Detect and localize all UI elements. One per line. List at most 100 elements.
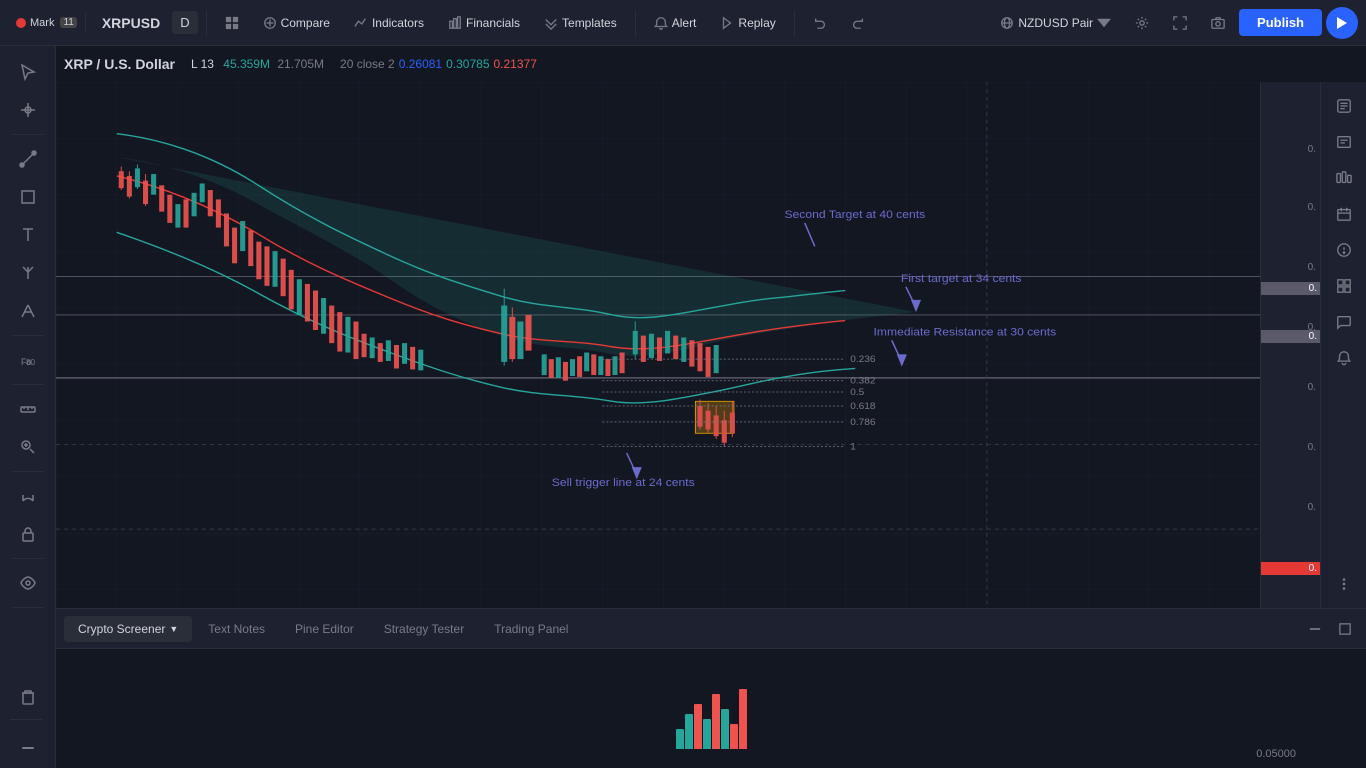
chart-row: Second Target at 40 cents First target a… (56, 82, 1366, 608)
sep1 (206, 10, 207, 36)
tab-pine-editor[interactable]: Pine Editor (281, 616, 368, 642)
news-button[interactable] (1328, 126, 1360, 158)
svg-text:0.382: 0.382 (850, 376, 875, 387)
undo-button[interactable] (803, 11, 837, 35)
fullscreen-button[interactable] (1163, 11, 1197, 35)
price-label-5: 0. (1308, 382, 1316, 393)
screenshot-button[interactable] (1201, 11, 1235, 35)
multi-tool[interactable] (10, 293, 46, 329)
brand-dot (16, 18, 26, 28)
svg-text:Immediate Resistance at 30 cen: Immediate Resistance at 30 cents (874, 326, 1057, 339)
magnet-tool[interactable] (10, 478, 46, 514)
trash-tool[interactable] (10, 679, 46, 715)
fork-tool[interactable] (10, 255, 46, 291)
mini-bar-6 (721, 709, 729, 749)
ind-val2: 0.30785 (446, 57, 489, 71)
price-label-1: 0. (1308, 144, 1316, 155)
support-price-badge: 0. (1261, 330, 1320, 343)
ind-val1: 0.26081 (399, 57, 442, 71)
bottom-price-label: 0.05000 (1256, 748, 1296, 760)
sep3 (794, 10, 795, 36)
chat-button[interactable] (1328, 306, 1360, 338)
brand-logo[interactable]: Mark 11 (8, 13, 86, 33)
brand-name: Mark (30, 17, 54, 29)
price-label-7: 0. (1308, 502, 1316, 513)
maximize-panel-button[interactable] (1332, 616, 1358, 642)
main-layout: Fo80 (0, 46, 1366, 768)
mini-bar-4 (703, 719, 711, 749)
sidebar-bottom (10, 679, 46, 760)
bottom-tab-actions (1302, 616, 1358, 642)
mini-bar-1 (676, 729, 684, 749)
lock-tool[interactable] (10, 516, 46, 552)
replay-button[interactable]: Replay (710, 11, 785, 35)
tool-sep2 (12, 335, 44, 336)
ideastream-button[interactable] (1328, 234, 1360, 266)
calendar-button[interactable] (1328, 198, 1360, 230)
svg-text:0.236: 0.236 (850, 354, 875, 365)
chart-canvas-area[interactable]: Second Target at 40 cents First target a… (56, 82, 1260, 608)
layout-button[interactable] (1328, 270, 1360, 302)
tool-sep7 (10, 719, 42, 720)
mini-chart (616, 669, 807, 749)
bottom-content: 0.05000 (56, 649, 1366, 768)
price-label-3: 0. (1308, 262, 1316, 273)
ind-val3: 0.21377 (494, 57, 537, 71)
redo-button[interactable] (841, 11, 875, 35)
tool-sep5 (12, 558, 44, 559)
tool-sep3 (12, 384, 44, 385)
more-options-button[interactable] (1328, 568, 1360, 600)
mini-bar-7 (730, 724, 738, 749)
fib-tool[interactable]: Fo80 (10, 342, 46, 378)
indicator-label: 20 close 2 (340, 57, 395, 71)
crypto-screener-chevron: ▼ (169, 624, 178, 634)
settings-button[interactable] (1125, 11, 1159, 35)
tab-trading-panel[interactable]: Trading Panel (480, 616, 582, 642)
multi-chart-button[interactable] (215, 11, 249, 35)
price-axis: 0. 0. 0. 0. 0. 0. 0. 0. 0. 0. 0. (1260, 82, 1320, 608)
crosshair-tool[interactable] (10, 92, 46, 128)
main-toolbar: Mark 11 XRPUSD D Compare Indicators Fina… (0, 0, 1366, 46)
watchlist-button[interactable] (1328, 90, 1360, 122)
shape-tool[interactable] (10, 179, 46, 215)
text-tool[interactable] (10, 217, 46, 253)
svg-text:1: 1 (850, 442, 856, 453)
bottom-tabs-bar: Crypto Screener ▼ Text Notes Pine Editor… (56, 609, 1366, 649)
mini-bar-2 (685, 714, 693, 749)
chart-header: XRP / U.S. Dollar L 13 45.359M 21.705M 2… (56, 46, 1366, 82)
screener-button[interactable] (1328, 162, 1360, 194)
mini-bar-8 (739, 689, 747, 749)
tab-strategy-tester[interactable]: Strategy Tester (370, 616, 478, 642)
chart-svg: Second Target at 40 cents First target a… (56, 82, 1260, 608)
mini-bar-3 (694, 704, 702, 749)
svg-text:Sell trigger line at 24 cents: Sell trigger line at 24 cents (552, 476, 695, 489)
mini-bar-5 (712, 694, 720, 749)
trend-line-tool[interactable] (10, 141, 46, 177)
financials-button[interactable]: Financials (438, 11, 530, 35)
pair-selector-button[interactable]: NZDUSD Pair (990, 11, 1121, 35)
indicator-info: L 13 45.359M 21.705M (191, 57, 324, 71)
symbol-label[interactable]: XRPUSD (94, 11, 168, 35)
play-button[interactable] (1326, 7, 1358, 39)
zoom-tool[interactable] (10, 429, 46, 465)
templates-button[interactable]: Templates (534, 11, 627, 35)
tab-text-notes[interactable]: Text Notes (194, 616, 279, 642)
publish-button[interactable]: Publish (1239, 9, 1322, 36)
tool-sep6 (12, 607, 44, 608)
alert-button[interactable]: Alert (644, 11, 707, 35)
interval-selector[interactable]: D (172, 11, 197, 34)
resistance-price-badge: 0. (1261, 282, 1320, 295)
cursor-tool[interactable] (10, 54, 46, 90)
minimize-panel-button[interactable] (1302, 616, 1328, 642)
indicators-button[interactable]: Indicators (344, 11, 434, 35)
ruler-tool[interactable] (10, 391, 46, 427)
compare-button[interactable]: Compare (253, 11, 340, 35)
alerts-sidebar-button[interactable] (1328, 342, 1360, 374)
tab-crypto-screener[interactable]: Crypto Screener ▼ (64, 616, 192, 642)
tool-sep4 (12, 471, 44, 472)
eye-tool[interactable] (10, 565, 46, 601)
current-price-badge: 0. (1261, 562, 1320, 575)
svg-text:0.5: 0.5 (850, 387, 865, 398)
tool-sep1 (12, 134, 44, 135)
collapse-button[interactable] (10, 724, 46, 760)
